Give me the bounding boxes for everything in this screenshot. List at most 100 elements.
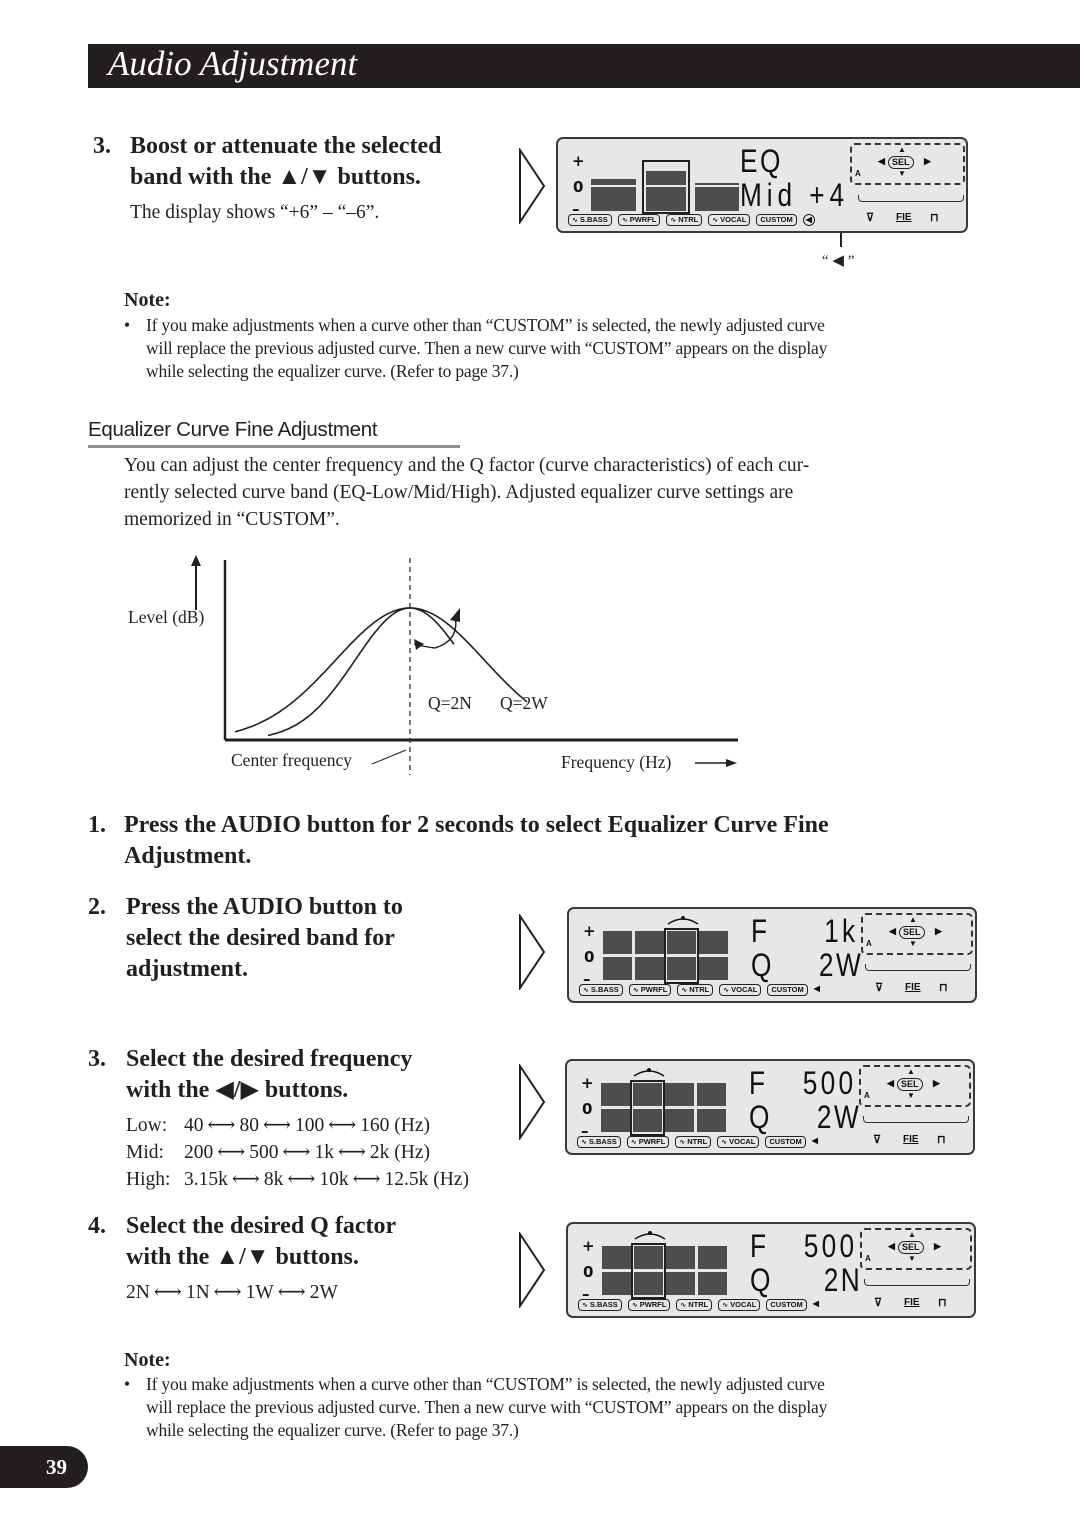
down-arrow-icon: ▼ [909, 939, 917, 948]
preset-pwrfl: ∿ PWRFL [627, 1299, 671, 1311]
band-segment-lower [697, 1109, 726, 1132]
right-arrow-icon: ▶ [935, 926, 942, 936]
note-title: Note: [124, 289, 171, 311]
custom-indicator-icon: ◀ [813, 984, 820, 993]
step4-line2: with the ▲/▼ buttons. [126, 1244, 359, 1270]
lcd-f-label: F [749, 1065, 768, 1101]
preset-ntrl: ∿ NTRL [676, 1299, 713, 1311]
note2-text-line1: If you make adjustments when a curve oth… [146, 1374, 825, 1394]
frequency-value: 200 [184, 1142, 214, 1163]
band-label: Mid: [126, 1142, 164, 1163]
left-arrow-icon: ◀ [888, 1241, 895, 1251]
label-q-2w: Q=2W [500, 693, 548, 713]
step-heading-line2: band with the ▲/▼ buttons. [130, 164, 421, 190]
lcd-q-label: Q [749, 1099, 772, 1135]
band-segment-upper [666, 1246, 695, 1269]
page-title: Audio Adjustment [108, 44, 358, 83]
lcd-band-level: Mid +4 [740, 177, 850, 213]
sel-indicator: SEL [899, 926, 925, 939]
preset-sbass: ∿ S.BASS [578, 1299, 622, 1311]
section-para-line2: rently selected curve band (EQ-Low/Mid/H… [124, 482, 794, 503]
step-heading-line1: Boost or attenuate the selected [130, 133, 442, 159]
center-frequency-leader [371, 749, 407, 765]
preset-row: ∿ S.BASS ∿ PWRFL ∿ NTRL ∿ VOCAL CUSTOM ◀ [579, 984, 820, 996]
band-label: High: [126, 1169, 171, 1190]
left-arrow-icon: ◀ [889, 926, 896, 936]
left-arrow-icon: ◀ [878, 156, 885, 166]
frequency-value: 2k (Hz) [369, 1142, 431, 1163]
lcd-fie-label: FIE [896, 212, 912, 223]
lcd-zero: 0 [573, 178, 584, 196]
level-bracket [863, 1116, 969, 1123]
lcd-zero: 0 [582, 1100, 593, 1118]
band-segment-lower [603, 957, 632, 980]
band-segment-upper [698, 1246, 727, 1269]
lcd-q-value: 2W [816, 1099, 862, 1135]
frequency-value: 100 [294, 1115, 325, 1136]
lcd-display-fine-3: +0– F Q 500 2N SEL ◀ ▶ ▲ ▼ A ⊽ FIE ⊓ ∿ S.BASS ∿ PWRFL ∿ NTR… [566, 1222, 976, 1318]
sel-indicator: SEL [888, 156, 914, 169]
step3-number: 3. [88, 1046, 106, 1072]
lcd-a-label: A [864, 1091, 870, 1100]
filter-icon: ⊓ [930, 212, 939, 224]
double-arrow-icon: ⟷ [207, 1115, 236, 1136]
preset-row: ∿ S.BASS ∿ PWRFL ∿ NTRL ∿ VOCAL CUSTOM ◀ [577, 1136, 818, 1148]
selected-band-frame [631, 1243, 666, 1299]
band-segment-upper [602, 1246, 631, 1269]
eq-curve-chart: Level (dB) Q=2N Q=2W Center frequency Fr… [128, 555, 738, 775]
note-text-line1: If you make adjustments when a curve oth… [146, 315, 825, 335]
curve-q-2w [234, 607, 528, 733]
note-text-line3: while selecting the equalizer curve. (Re… [146, 361, 519, 381]
frequency-row: Low: 40 ⟷ 80 ⟷ 100 ⟷ 160 (Hz) [126, 1112, 430, 1139]
band-segment-lower [635, 957, 664, 980]
note-text-line2: will replace the previous adjusted curve… [146, 338, 828, 358]
lcd-zero: 0 [583, 1263, 594, 1281]
preset-pwrfl: ∿ PWRFL [626, 1136, 670, 1148]
label-q-2n: Q=2N [428, 693, 472, 713]
frequency-row: High: 3.15k ⟷ 8k ⟷ 10k ⟷ 12.5k (Hz) [126, 1166, 469, 1193]
section-heading: Equalizer Curve Fine Adjustment [88, 418, 378, 441]
band-segment-upper [603, 931, 632, 954]
frequency-value: 3.15k [184, 1169, 228, 1190]
frequency-row: Mid: 200 ⟷ 500 ⟷ 1k ⟷ 2k (Hz) [126, 1139, 430, 1166]
preset-row: ∿ S.BASS ∿ PWRFL ∿ NTRL ∿ VOCAL CUSTOM ◀ [568, 214, 815, 226]
preset-sbass: ∿ S.BASS [579, 984, 623, 996]
band-segment-lower [601, 1109, 630, 1132]
step2-number: 2. [88, 894, 106, 920]
selected-band-frame [664, 928, 699, 984]
lcd-plus: + [582, 1237, 595, 1255]
preset-ntrl: ∿ NTRL [677, 984, 714, 996]
preset-custom: CUSTOM [766, 1299, 807, 1311]
down-arrow-icon: ▼ [907, 1091, 915, 1100]
lcd-q-label: Q [750, 1262, 773, 1298]
band-segment-upper [601, 1083, 630, 1106]
double-arrow-icon: ⟷ [337, 1142, 366, 1163]
band-segment-upper [699, 931, 728, 954]
up-arrow-icon: ▲ [908, 1230, 916, 1239]
double-arrow-icon: ⟷ [262, 1115, 291, 1136]
lcd-f-label: F [751, 913, 770, 949]
pointer-triangle-icon [519, 1232, 546, 1308]
lcd-plus: + [572, 152, 585, 170]
x-axis-label: Frequency (Hz) [561, 752, 671, 772]
q-value: 1W [245, 1282, 274, 1303]
speaker-icon: ⊽ [875, 982, 884, 994]
note2-title: Note: [124, 1349, 171, 1371]
eq-bar-high [695, 187, 739, 211]
preset-ntrl: ∿ NTRL [666, 214, 703, 226]
double-arrow-icon: ⟷ [217, 1142, 246, 1163]
preset-vocal: ∿ VOCAL [708, 214, 751, 226]
frequency-value: 500 [249, 1142, 279, 1163]
lcd-a-label: A [866, 939, 872, 948]
lcd-display-fine-2: +0– F Q 500 2W SEL ◀ ▶ ▲ ▼ A ⊽ FIE ⊓ ∿ S.BASS ∿ PWRFL ∿ NTR… [565, 1059, 975, 1155]
step1-line2: Adjustment. [124, 843, 252, 869]
eq-bar-mid [646, 187, 686, 211]
pointer-triangle-icon [519, 1064, 546, 1140]
band-marker-icon [667, 916, 699, 925]
right-arrow-icon: ▶ [934, 1241, 941, 1251]
pointer-triangle-icon [519, 148, 546, 224]
double-arrow-icon: ⟷ [352, 1169, 381, 1190]
speaker-icon: ⊽ [873, 1134, 882, 1146]
lcd-f-label: F [750, 1228, 769, 1264]
up-arrow-icon: ▲ [907, 1067, 915, 1076]
